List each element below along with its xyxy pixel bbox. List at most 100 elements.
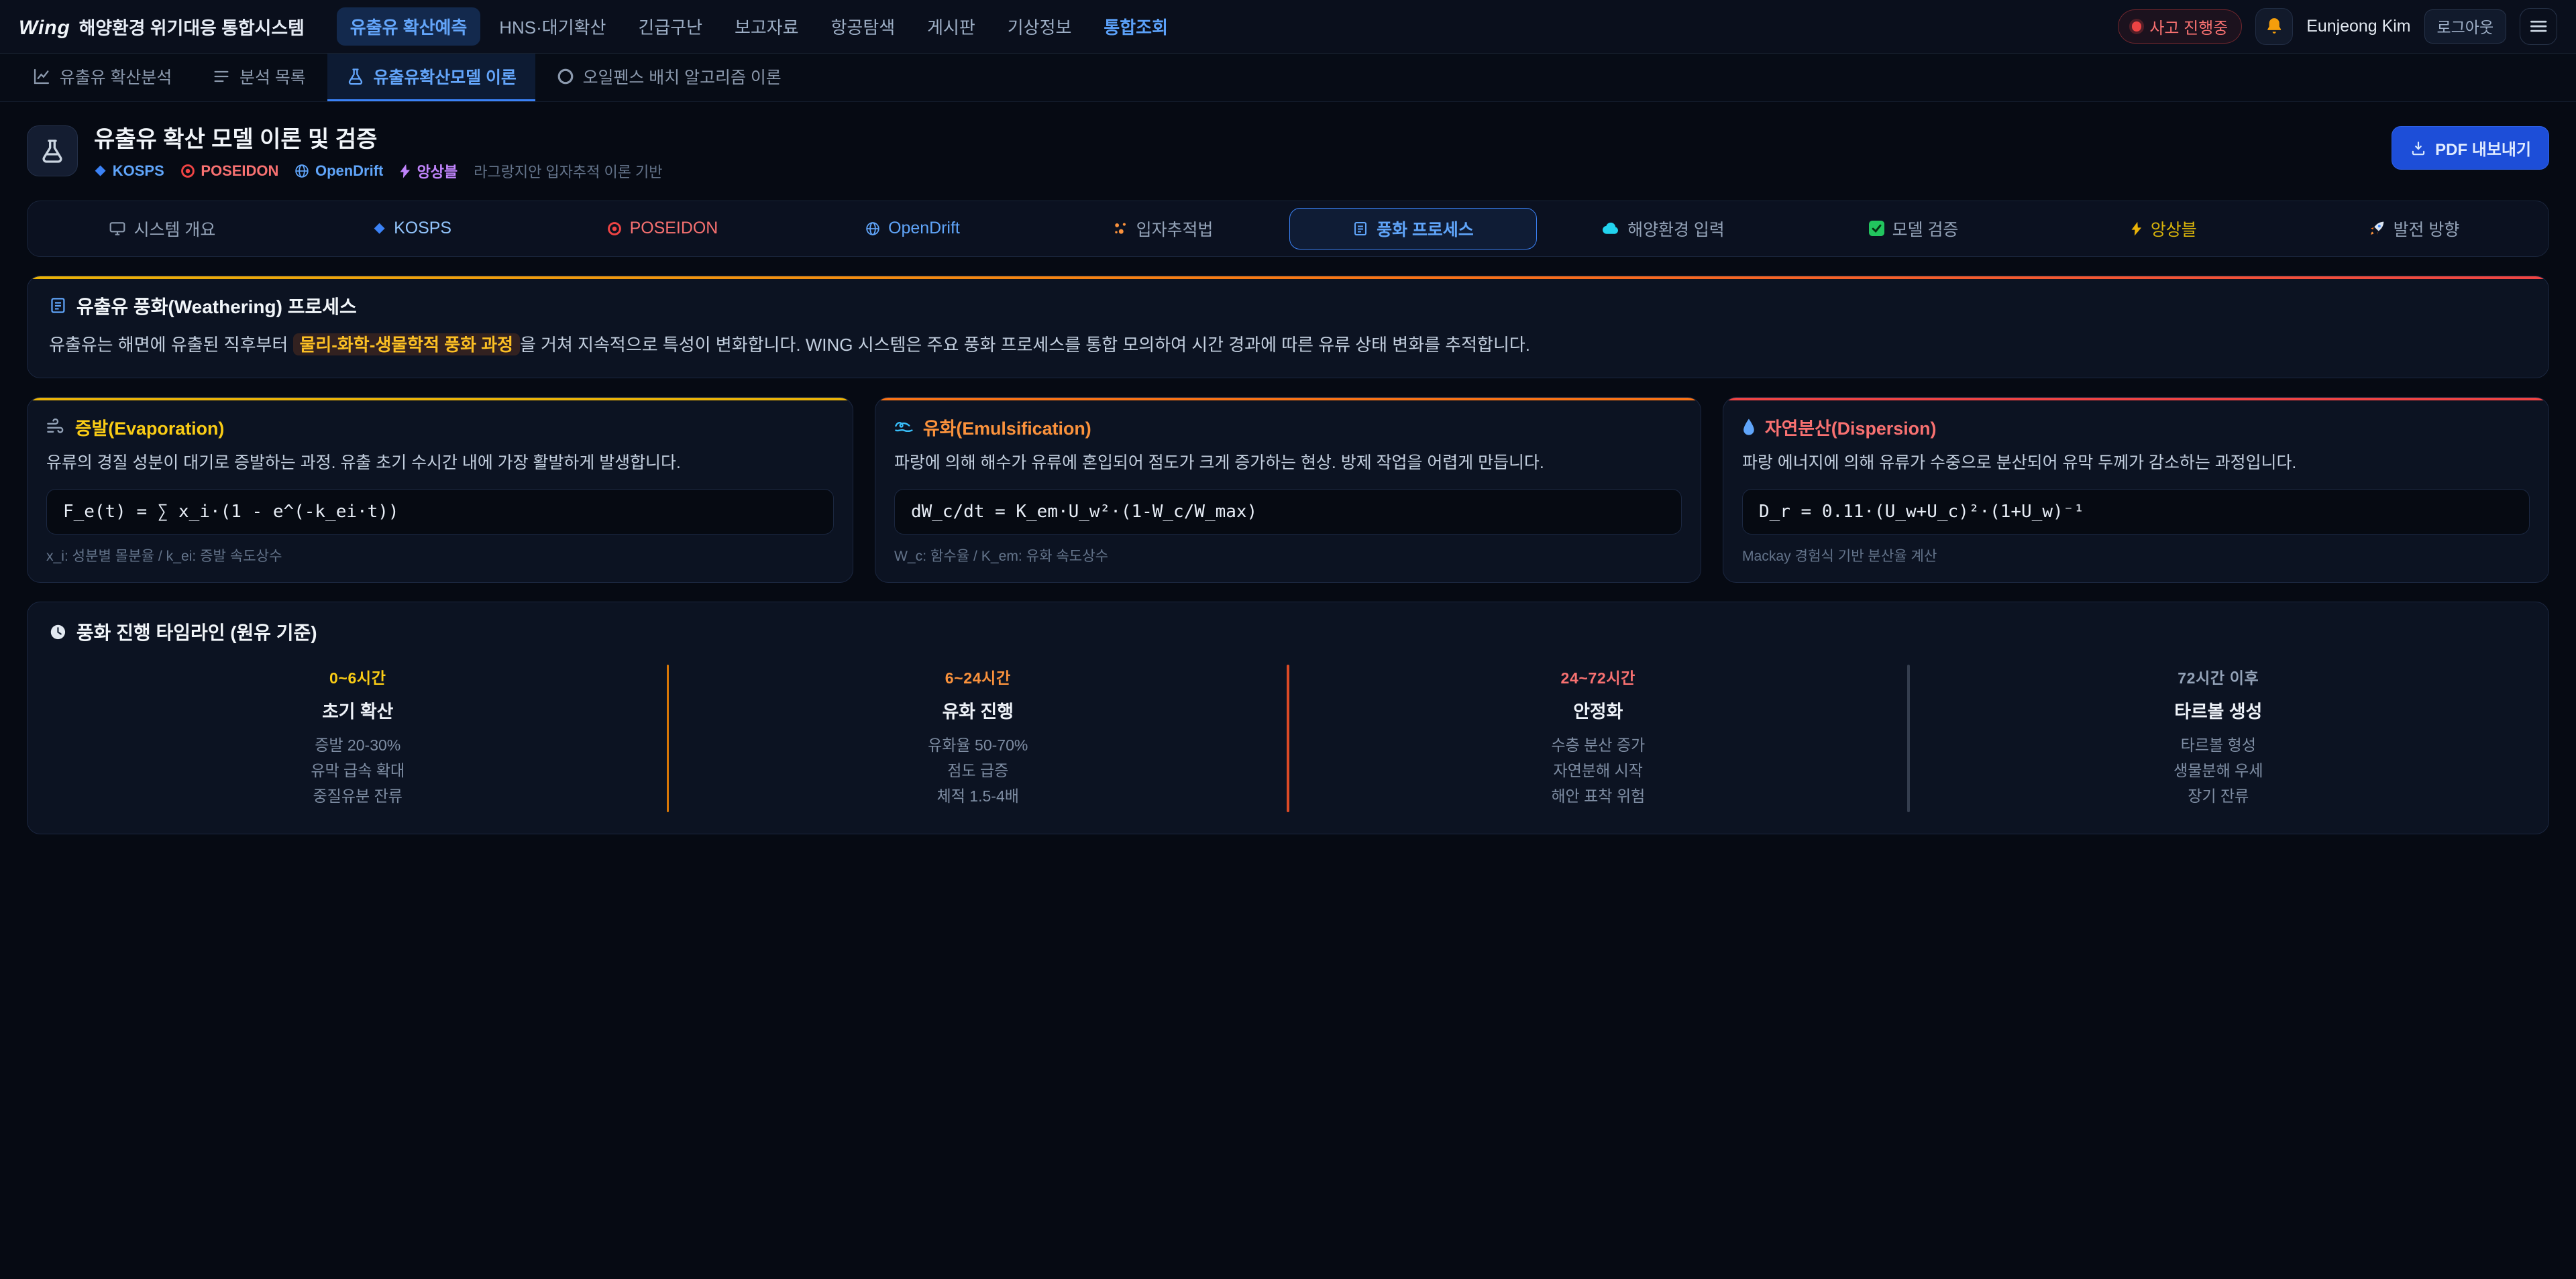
tab-spill-model-theory[interactable]: 유출유확산모델 이론 <box>327 54 535 101</box>
tab-oil-fence-theory[interactable]: 오일펜스 배치 알고리즘 이론 <box>538 54 800 101</box>
weathering-panel-title: 유출유 풍화(Weathering) 프로세스 <box>49 292 2527 319</box>
weathering-intro-panel: 유출유 풍화(Weathering) 프로세스 유출유는 해면에 유출된 직후부… <box>27 276 2549 378</box>
pdf-export-button[interactable]: PDF 내보내기 <box>2392 126 2549 170</box>
target-icon <box>180 164 195 178</box>
formula-note: W_c: 함수율 / K_em: 유화 속도상수 <box>894 545 1682 565</box>
logout-button[interactable]: 로그아웃 <box>2424 9 2507 44</box>
section-nav-item-kosps[interactable]: KOSPS <box>288 210 536 247</box>
system-title: 해양환경 위기대응 통합시스템 <box>79 13 305 40</box>
process-cards: 증발(Evaporation) 유류의 경질 성분이 대기로 증발하는 과정. … <box>27 397 2549 583</box>
topbar: Wing 해양환경 위기대응 통합시스템 유출유 확산예측 HNS·대기확산 긴… <box>0 0 2576 54</box>
phase-time: 72시간 이후 <box>1910 665 2528 688</box>
section-nav-item-ensemble[interactable]: 앙상블 <box>2040 208 2288 249</box>
phase-item: 유화율 50-70% <box>669 732 1287 758</box>
formula-code: dW_c/dt = K_em·U_w²·(1-W_c/W_max) <box>894 489 1682 535</box>
nav-item-integrated-search[interactable]: 통합조회 <box>1090 7 1181 46</box>
chart-icon <box>32 67 51 86</box>
diamond-icon <box>94 164 107 177</box>
wind-icon <box>46 419 66 435</box>
nav-item-board[interactable]: 게시판 <box>914 7 989 46</box>
target-icon <box>607 221 622 236</box>
tab-analysis-list[interactable]: 분석 목록 <box>193 54 324 101</box>
weathering-highlight: 물리-화학-생물학적 풍화 과정 <box>293 333 520 356</box>
section-nav-item-model-validation[interactable]: 모델 검증 <box>1790 208 2037 249</box>
tab-label: 유출유 확산분석 <box>60 64 172 89</box>
section-nav-item-particle-tracking[interactable]: 입자추적법 <box>1039 208 1287 249</box>
monitor-icon <box>109 220 126 237</box>
phase-item: 증발 20-30% <box>49 732 667 758</box>
clock-icon <box>49 623 67 641</box>
tab-spill-analysis[interactable]: 유출유 확산분석 <box>13 54 191 101</box>
tab-label: 분석 목록 <box>239 64 306 89</box>
phase-item: 중질유분 잔류 <box>49 783 667 809</box>
section-nav-item-weathering[interactable]: 풍화 프로세스 <box>1289 208 1537 249</box>
user-name: Eunjeong Kim <box>2306 17 2410 36</box>
badge-poseidon: POSEIDON <box>180 162 279 180</box>
incident-status-badge[interactable]: 사고 진행중 <box>2118 9 2242 43</box>
timeline-phase-4: 72시간 이후 타르볼 생성 타르볼 형성 생물분해 우세 장기 잔류 <box>1910 663 2528 814</box>
phase-time: 24~72시간 <box>1289 665 1907 688</box>
section-nav-item-opendrift[interactable]: OpenDrift <box>789 210 1036 247</box>
phase-item: 수층 분산 증가 <box>1289 732 1907 758</box>
main-content: 유출유 확산 모델 이론 및 검증 KOSPS POSEIDON OpenDri… <box>0 102 2576 853</box>
tab-label: 오일펜스 배치 알고리즘 이론 <box>583 64 782 89</box>
phase-item: 해안 표착 위험 <box>1289 783 1907 809</box>
phase-item: 타르볼 형성 <box>1910 732 2528 758</box>
check-square-icon <box>1869 221 1884 236</box>
model-badges: KOSPS POSEIDON OpenDrift 앙상블 라그랑지안 입자추 <box>94 160 663 182</box>
card-dispersion: 자연분산(Dispersion) 파랑 에너지에 의해 유류가 수중으로 분산되… <box>1723 397 2549 583</box>
wing-logo: Wing <box>19 17 70 40</box>
primary-nav: 유출유 확산예측 HNS·대기확산 긴급구난 보고자료 항공탐색 게시판 기상정… <box>337 7 1181 46</box>
timeline-phase-2: 6~24시간 유화 진행 유화율 50-70% 점도 급증 체적 1.5-4배 <box>669 663 1287 814</box>
timeline-phase-1: 0~6시간 초기 확산 증발 20-30% 유막 급속 확대 중질유분 잔류 <box>49 663 667 814</box>
section-nav-item-overview[interactable]: 시스템 개요 <box>38 208 286 249</box>
section-nav-item-poseidon[interactable]: POSEIDON <box>539 210 786 247</box>
hamburger-menu-button[interactable] <box>2520 8 2557 46</box>
page-subtitle: 라그랑지안 입자추적 이론 기반 <box>474 160 662 182</box>
ring-icon <box>557 68 574 85</box>
download-icon <box>2410 140 2427 157</box>
bell-icon <box>2264 16 2284 36</box>
cloud-icon <box>1602 222 1619 235</box>
bolt-icon <box>2131 221 2143 236</box>
badge-opendrift: OpenDrift <box>294 162 383 180</box>
topbar-right: 사고 진행중 Eunjeong Kim 로그아웃 <box>2118 8 2557 46</box>
phase-item: 장기 잔류 <box>1910 783 2528 809</box>
phase-stage: 유화 진행 <box>669 697 1287 723</box>
phase-time: 0~6시간 <box>49 665 667 688</box>
phase-stage: 초기 확산 <box>49 697 667 723</box>
page-header: 유출유 확산 모델 이론 및 검증 KOSPS POSEIDON OpenDri… <box>27 121 2549 182</box>
phase-item: 생물분해 우세 <box>1910 758 2528 783</box>
card-description: 파랑 에너지에 의해 유류가 수중으로 분산되어 유막 두께가 감소하는 과정입… <box>1742 451 2530 476</box>
phase-stage: 타르볼 생성 <box>1910 697 2528 723</box>
nav-item-hns-atmospheric[interactable]: HNS·대기확산 <box>486 7 619 46</box>
wave-icon <box>894 419 914 434</box>
tab-label: 유출유확산모델 이론 <box>373 64 516 89</box>
flask-icon <box>346 67 365 86</box>
badge-ensemble: 앙상블 <box>399 160 458 182</box>
timeline-panel-title: 풍화 진행 타임라인 (원유 기준) <box>49 618 2527 645</box>
card-title: 자연분산(Dispersion) <box>1742 414 2530 440</box>
phase-item: 자연분해 시작 <box>1289 758 1907 783</box>
formula-note: x_i: 성분별 몰분율 / k_ei: 증발 속도상수 <box>46 545 834 565</box>
flask-icon <box>39 137 66 164</box>
nav-item-spill-prediction[interactable]: 유출유 확산예측 <box>337 7 481 46</box>
nav-item-aerial-search[interactable]: 항공탐색 <box>818 7 909 46</box>
card-description: 유류의 경질 성분이 대기로 증발하는 과정. 유출 초기 수시간 내에 가장 … <box>46 451 834 476</box>
globe-icon <box>865 221 880 236</box>
notifications-button[interactable] <box>2255 8 2293 46</box>
section-nav-item-roadmap[interactable]: 발전 방향 <box>2290 208 2538 249</box>
nav-item-emergency-rescue[interactable]: 긴급구난 <box>625 7 716 46</box>
app-brand[interactable]: Wing 해양환경 위기대응 통합시스템 <box>19 13 305 40</box>
document-icon <box>49 296 67 315</box>
incident-dot-icon <box>2132 21 2141 31</box>
phase-stage: 안정화 <box>1289 697 1907 723</box>
nav-item-weather-info[interactable]: 기상정보 <box>994 7 1085 46</box>
nav-item-reports[interactable]: 보고자료 <box>721 7 812 46</box>
phase-item: 점도 급증 <box>669 758 1287 783</box>
diamond-icon <box>373 222 386 235</box>
timeline: 0~6시간 초기 확산 증발 20-30% 유막 급속 확대 중질유분 잔류 6… <box>49 663 2527 814</box>
section-nav-item-ocean-input[interactable]: 해양환경 입력 <box>1540 208 1787 249</box>
formula-note: Mackay 경험식 기반 분산율 계산 <box>1742 545 2530 565</box>
card-description: 파랑에 의해 해수가 유류에 혼입되어 점도가 크게 증가하는 현상. 방제 작… <box>894 451 1682 476</box>
